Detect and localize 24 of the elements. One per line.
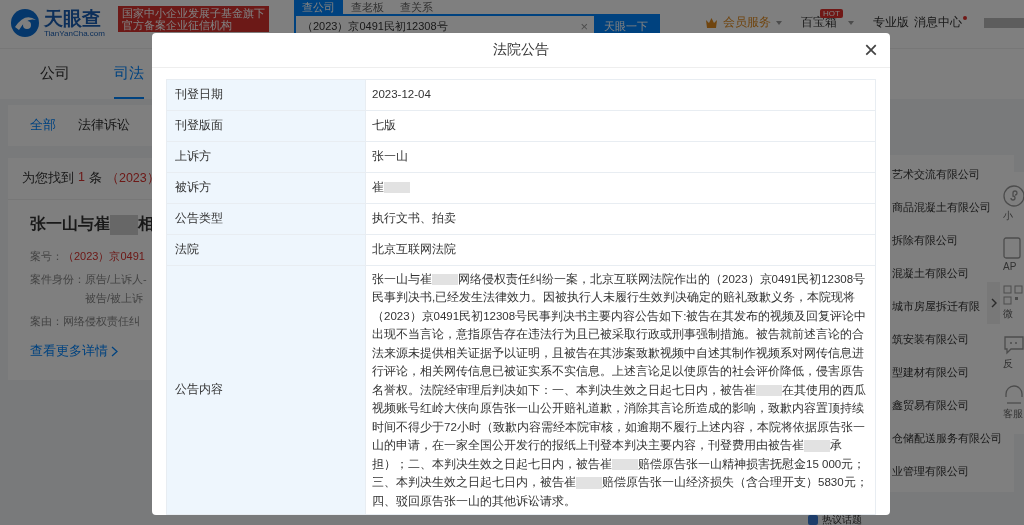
result-count: 1	[78, 170, 85, 186]
table-cell-text: 张一山	[371, 149, 409, 165]
table-cell-text: 张一山与崔 网络侵权责任纠纷一案，北京互联网法院作出的（2023）京0491民初12308号民事判决书,已经发生法律效力。因被执行人未履行生效判决确定的赔礼致歉义务，本院现将（2023）京0491民初12308号民事判决书主要内容公告如下:被告在其发布的视频及回复评论中出现不当言论，意指原告存在违法行为且已被采取行政或刑事强制措施。被告就前述言论的合法来源未提供相关证据予以证明，且被告在其涉案致歉视频中自述其制作视频系对网传信息进行评论，相关网传信息已被证实系不实信息。上述言论足以使原告的社会评价降低，侵害原告名誉权。法院经审理后判决如下：一、本判决生效之日起七日内，被告崔 在其使用的西瓜视频账号红岭大侠向原告张一山公开赔礼道歉，消除其言论所造成的影响，致歉内容置顶持续时间不得少于72小时（致歉内容需经本院审核，如逾期不履行上述内容，本院将依据原告张一山的申请，在一家全国公开发行的报纸上刊登本判决主要内容，刊登费用由被告崔 承担）；二、本判决生效之日起七日内，被告崔 赔偿原告张一山精神损害抚慰金15 000元；三、本判决生效之日起七日内，被告崔 赔偿原告张一山经济损失（含合理开支）5830元；四、驳回原告张一山的其他诉讼请求。	[371, 271, 869, 509]
table-cell-text: 2023-12-04	[371, 87, 432, 103]
table-header-cell: 公告内容	[167, 265, 366, 514]
table-header-cell: 被诉方	[167, 172, 366, 203]
slogan-banner: 国家中小企业发展子基金旗下 官方备案企业征信机构	[118, 6, 269, 32]
table-cell-text: 执行文书、拍卖	[371, 211, 457, 227]
table-header-cell: 法院	[167, 234, 366, 265]
table-cell: 崔	[366, 172, 875, 203]
dialog-title: 法院公告	[493, 40, 549, 59]
table-header-cell: 公告类型	[167, 203, 366, 234]
table-header-cell: 上诉方	[167, 141, 366, 172]
logo-subtext: TianYanCha.com	[44, 29, 105, 38]
result-unit: 条	[88, 170, 102, 187]
hot-badge: HOT	[820, 9, 843, 18]
table-header-cell: 刊登版面	[167, 110, 366, 141]
table-header-cell: 刊登日期	[167, 79, 366, 110]
table-cell-text: 七版	[371, 118, 397, 134]
result-label: 为您找到	[22, 170, 74, 187]
logo-text: 天眼查	[44, 8, 102, 29]
result-query: （2023）	[105, 170, 160, 187]
table-cell-text: 北京互联网法院	[371, 242, 457, 258]
field-value: （2023）京0491	[63, 249, 145, 264]
